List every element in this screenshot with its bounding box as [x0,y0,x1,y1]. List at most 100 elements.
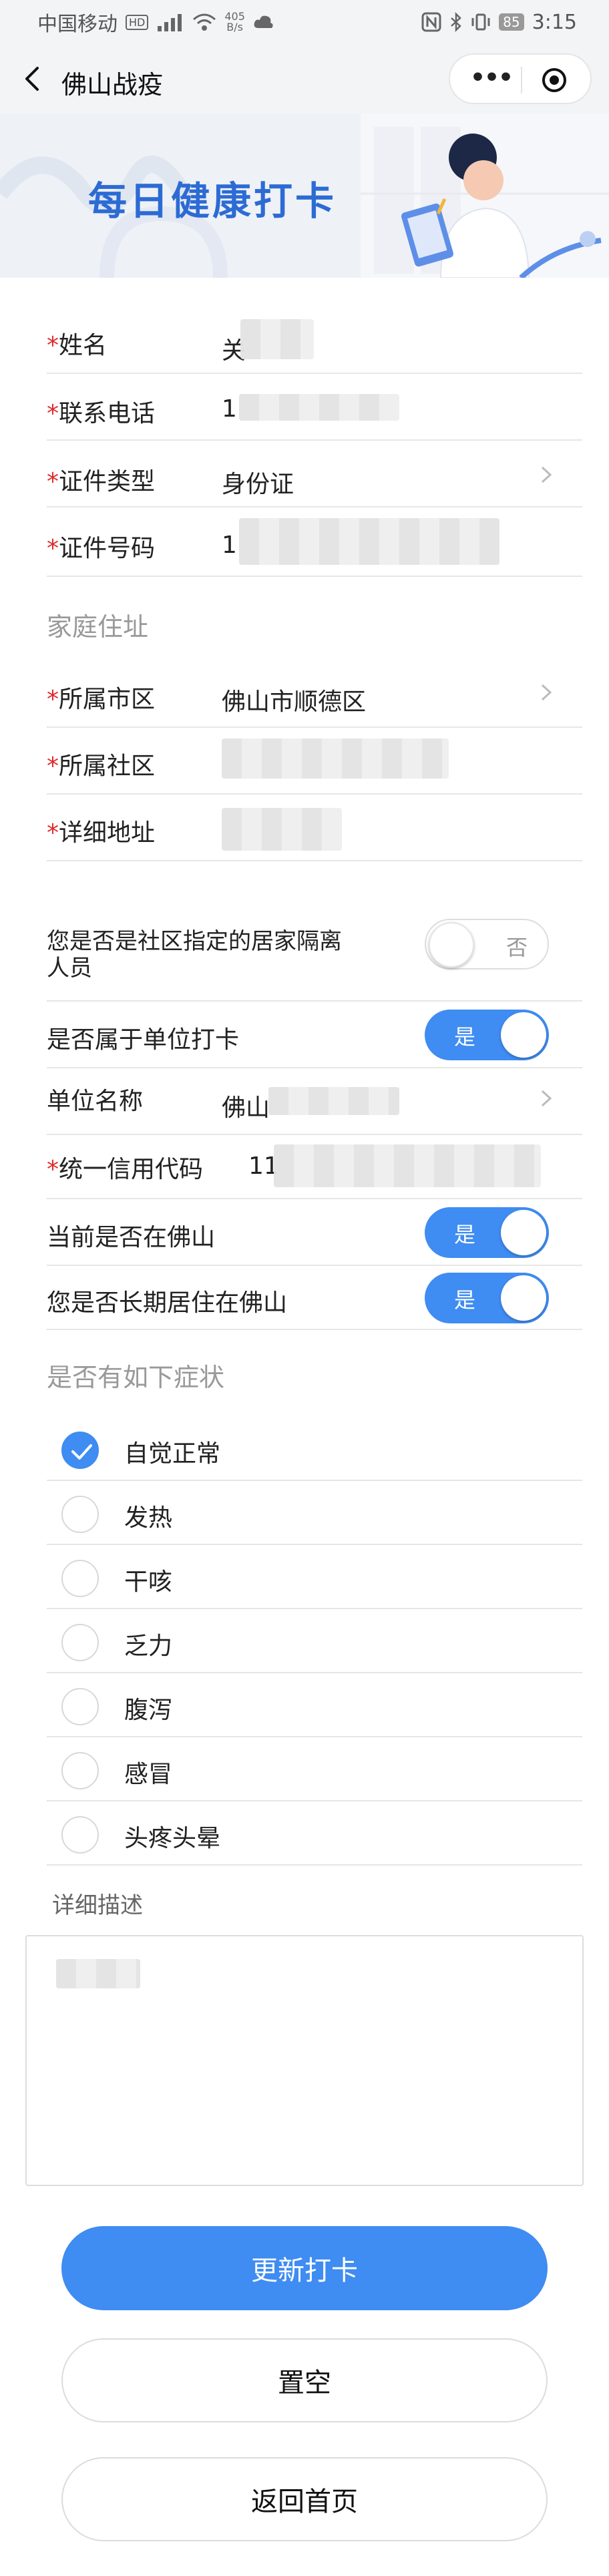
city-label-text: 所属市区 [59,686,156,713]
required-mark: * [47,400,59,427]
name-redaction [240,319,314,359]
nav-title: 佛山战疫 [61,70,164,99]
symptom-option[interactable]: 头疼头晕 [47,1801,582,1866]
symptom-label: 头疼头晕 [124,1825,221,1852]
vibrate-icon [471,13,490,31]
credit-code-redaction [274,1144,541,1187]
required-mark: * [47,686,59,713]
long-term-row: 您是否长期居住在佛山 是 [47,1266,582,1330]
community-row[interactable]: *所属社区 [47,728,582,795]
more-menu-icon[interactable]: ••• [470,66,514,92]
quarantine-label: 您是否是社区指定的居家隔离 人员 [47,928,342,982]
unit-name-value: 佛山 [222,1094,270,1122]
id-type-label-text: 证件类型 [59,468,156,495]
checkbox[interactable] [61,1496,99,1533]
symptom-option[interactable]: 乏力 [47,1609,582,1673]
cloud-icon [254,15,273,28]
required-mark: * [47,819,59,847]
home-address-section-title: 家庭住址 [47,612,149,642]
symptom-label: 发热 [124,1504,173,1532]
symptom-option[interactable]: 感冒 [47,1737,582,1801]
nav-bar: 佛山战疫 ••• [0,44,609,114]
id-number-value: 1 [222,531,237,559]
symptom-option[interactable]: 干咳 [47,1545,582,1609]
back-arrow-icon[interactable] [19,64,48,93]
checkbox[interactable] [61,1560,99,1597]
name-label-text: 姓名 [59,332,108,359]
symptom-option[interactable]: 自觉正常 [47,1417,582,1481]
address-label-text: 详细地址 [59,819,156,847]
unit-name-row[interactable]: 单位名称 佛山 [47,1068,582,1135]
address-row[interactable]: *详细地址 [47,795,582,861]
unit-name-label: 单位名称 [47,1088,144,1115]
unit-checkin-toggle[interactable]: 是 [425,1010,549,1060]
community-redaction [222,738,449,779]
required-mark: * [47,535,59,562]
clear-button[interactable]: 置空 [61,2338,548,2422]
toggle-knob [501,1210,546,1255]
symptom-label: 自觉正常 [124,1440,221,1468]
symptom-option[interactable]: 腹泻 [47,1673,582,1737]
symptom-option[interactable]: 发热 [47,1481,582,1545]
symptom-label: 乏力 [124,1633,173,1660]
id-number-label: *证件号码 [47,529,155,564]
checkbox[interactable] [61,1752,99,1789]
carrier-label: 中国移动 [37,13,118,36]
checkbox[interactable] [61,1624,99,1661]
id-number-row[interactable]: *证件号码 1 [47,507,582,577]
id-number-label-text: 证件号码 [59,535,156,562]
description-textarea[interactable] [25,1935,584,2186]
toggle-state: 是 [454,1024,476,1050]
credit-code-row[interactable]: *统一信用代码 11 [47,1135,582,1199]
in-foshan-toggle[interactable]: 是 [425,1207,549,1258]
quarantine-toggle[interactable]: 否 [425,919,549,970]
in-foshan-label: 当前是否在佛山 [47,1224,216,1251]
checkbox[interactable] [61,1432,99,1469]
city-row[interactable]: *所属市区 佛山市顺德区 [47,661,582,728]
id-type-row[interactable]: *证件类型 身份证 [47,441,582,507]
toggle-state: 否 [506,935,528,960]
phone-row[interactable]: *联系电话 1 [47,374,582,441]
required-mark: * [47,332,59,359]
symptom-label: 腹泻 [124,1697,173,1724]
required-mark: * [47,753,59,780]
clock: 3:15 [532,10,577,34]
required-mark: * [47,468,59,495]
long-term-toggle[interactable]: 是 [425,1273,549,1323]
symptom-label: 干咳 [124,1568,173,1596]
community-label-text: 所属社区 [59,753,156,780]
checkbox[interactable] [61,1688,99,1725]
back-home-button[interactable]: 返回首页 [61,2457,548,2541]
community-label: *所属社区 [47,746,155,781]
banner: 每日健康打卡 [0,114,609,278]
battery-icon: 85 [499,13,524,31]
unit-checkin-label: 是否属于单位打卡 [47,1026,240,1054]
close-miniprogram-icon[interactable] [541,67,568,93]
toggle-state: 是 [454,1222,476,1247]
toggle-knob [429,922,474,968]
unit-name-redaction [268,1087,399,1115]
id-type-value: 身份证 [222,471,294,498]
update-checkin-button[interactable]: 更新打卡 [61,2226,548,2310]
description-label: 详细描述 [52,1892,143,1919]
chevron-right-icon [541,684,552,701]
credit-code-label-text: 统一信用代码 [59,1156,204,1183]
checkbox[interactable] [61,1816,99,1854]
quarantine-label-line1: 您是否是社区指定的居家隔离 [47,928,342,955]
wifi-icon [193,13,216,31]
quarantine-row: 您是否是社区指定的居家隔离 人员 否 [47,901,582,1002]
address-label: *详细地址 [47,813,155,848]
unit-checkin-row: 是否属于单位打卡 是 [47,1002,582,1068]
phone-value: 1 [222,395,237,423]
toggle-state: 是 [454,1287,476,1313]
symptom-label: 感冒 [124,1761,173,1788]
phone-label-text: 联系电话 [59,400,156,427]
credit-code-label: *统一信用代码 [47,1150,203,1185]
bluetooth-icon [451,12,461,32]
toggle-knob [501,1275,546,1321]
name-row[interactable]: *姓名 关 [47,314,582,374]
quarantine-label-line2: 人员 [47,955,92,982]
hd-badge: HD [126,14,149,30]
banner-title: 每日健康打卡 [88,178,337,224]
required-mark: * [47,1156,59,1183]
